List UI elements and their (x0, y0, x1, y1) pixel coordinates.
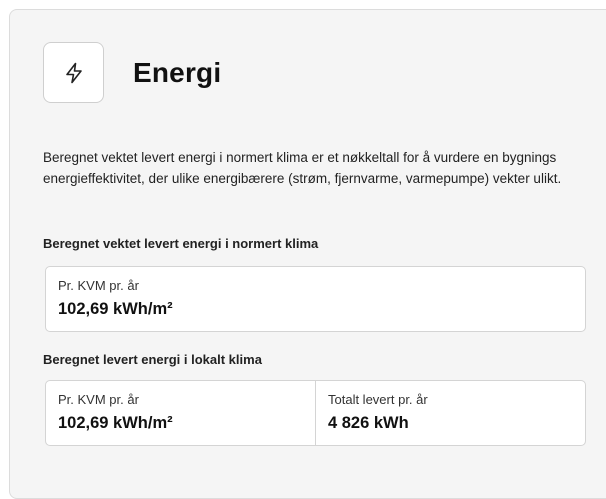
page-title: Energi (133, 56, 222, 88)
lokalt-per-kvm-label: Pr. KVM pr. år (58, 392, 139, 407)
normert-per-kvm-label: Pr. KVM pr. år (58, 278, 139, 293)
lokalt-total-value: 4 826 kWh (328, 414, 409, 432)
energy-description: Beregnet vektet levert energi i normert … (43, 150, 562, 186)
lokalt-klima-heading: Beregnet levert energi i lokalt klima (43, 352, 262, 367)
normert-klima-box: Pr. KVM pr. år 102,69 kWh/m² (45, 266, 586, 332)
lightning-bolt-icon (43, 42, 104, 103)
lokalt-total-label: Totalt levert pr. år (328, 392, 428, 407)
lokalt-total-cell: Totalt levert pr. år 4 826 kWh (315, 381, 585, 445)
lokalt-klima-box: Pr. KVM pr. år 102,69 kWh/m² Totalt leve… (45, 380, 586, 446)
lokalt-per-kvm-cell: Pr. KVM pr. år 102,69 kWh/m² (46, 381, 315, 445)
lokalt-per-kvm-value: 102,69 kWh/m² (58, 414, 173, 432)
normert-per-kvm-cell: Pr. KVM pr. år 102,69 kWh/m² (46, 267, 585, 331)
energy-header: Energi (43, 42, 221, 103)
energy-card: Energi Beregnet vektet levert energi i n… (9, 9, 606, 499)
normert-klima-heading: Beregnet vektet levert energi i normert … (43, 236, 319, 251)
normert-per-kvm-value: 102,69 kWh/m² (58, 300, 173, 318)
